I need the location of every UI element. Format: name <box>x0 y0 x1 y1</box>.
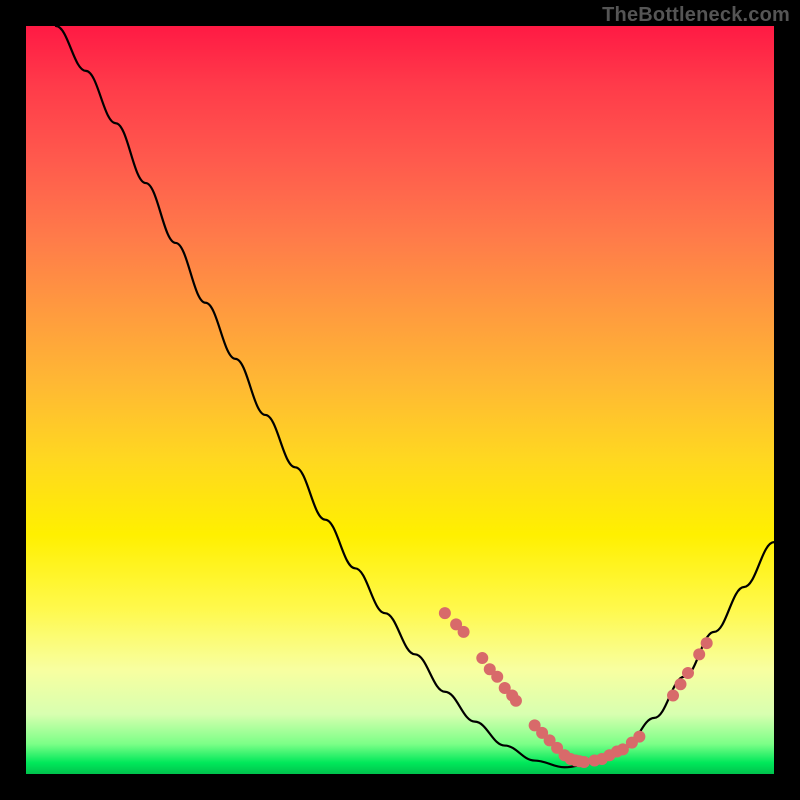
data-marker <box>510 695 522 707</box>
curve-layer <box>26 26 774 774</box>
data-marker <box>667 689 679 701</box>
attribution-text: TheBottleneck.com <box>602 4 790 27</box>
data-markers <box>439 607 713 768</box>
data-marker <box>682 667 694 679</box>
data-marker <box>701 637 713 649</box>
data-marker <box>675 678 687 690</box>
data-marker <box>633 731 645 743</box>
data-marker <box>578 756 590 768</box>
data-marker <box>693 648 705 660</box>
data-marker <box>476 652 488 664</box>
bottleneck-curve <box>56 26 774 767</box>
data-marker <box>439 607 451 619</box>
chart-container: TheBottleneck.com <box>0 0 800 800</box>
plot-area <box>26 26 774 774</box>
data-marker <box>491 671 503 683</box>
data-marker <box>458 626 470 638</box>
